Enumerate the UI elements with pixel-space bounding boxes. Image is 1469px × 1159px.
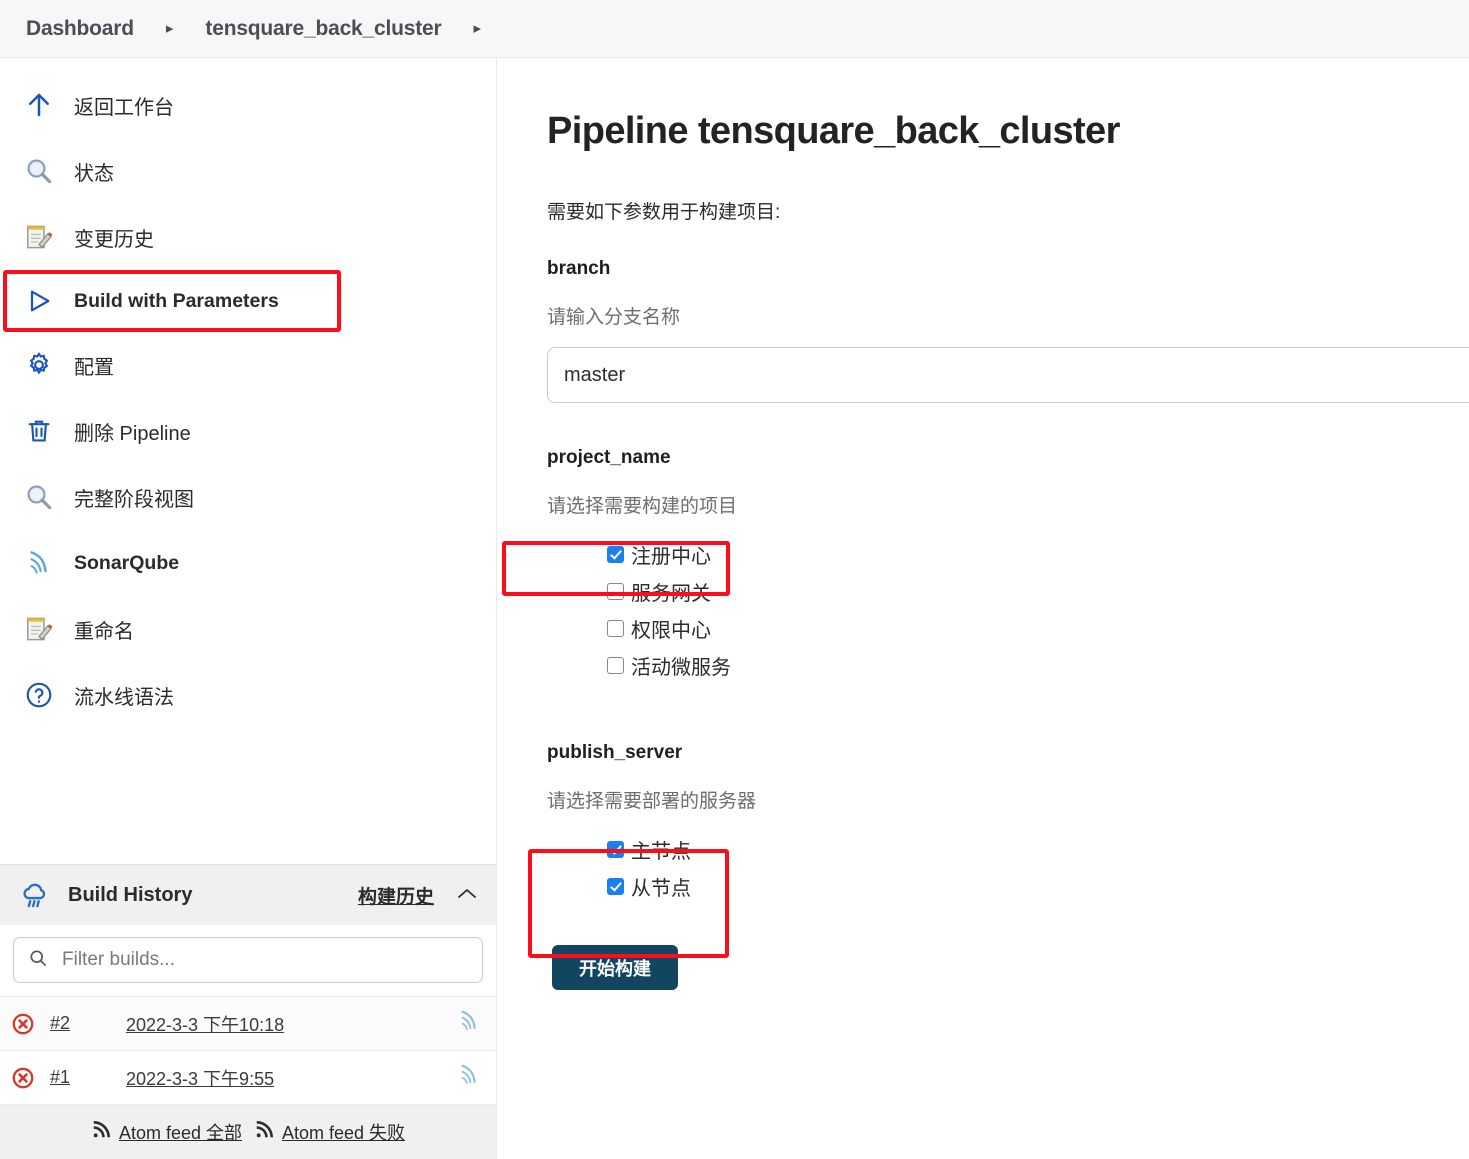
- magnifier-icon: [22, 480, 56, 514]
- param-name-label: branch: [547, 258, 611, 279]
- build-history-filter-row: [0, 925, 496, 997]
- sidebar-item-label: 状态: [74, 162, 114, 185]
- sidebar-item-status[interactable]: 状态: [0, 138, 496, 204]
- checkbox-label: 服务网关: [631, 583, 711, 605]
- magnifier-icon: [22, 154, 56, 188]
- param-branch: branch 请输入分支名称: [547, 258, 1469, 403]
- publish-server-checkbox-group: 主节点 从节点: [547, 831, 1469, 905]
- sonarqube-icon[interactable]: [456, 1062, 482, 1093]
- play-triangle-icon: [22, 284, 56, 318]
- sidebar-item-change-history[interactable]: 变更历史: [0, 204, 496, 270]
- checkbox-slave-node[interactable]: [607, 878, 624, 895]
- atom-feed-all-link[interactable]: Atom feed 全部: [91, 1119, 242, 1145]
- sidebar-task-list: 返回工作台 状态 变更历史 Build with Parameters 配置 删…: [0, 58, 496, 728]
- param-project-name: project_name 请选择需要构建的项目 注册中心 服务网关 权限中心 活: [547, 447, 1469, 684]
- build-history-link[interactable]: 构建历史: [358, 882, 434, 909]
- checkbox-row-activity-microservice[interactable]: 活动微服务: [547, 647, 1469, 684]
- build-timestamp-link[interactable]: 2022-3-3 下午10:18: [126, 1011, 284, 1037]
- sidebar-item-rename[interactable]: 重命名: [0, 596, 496, 662]
- sidebar-item-label: 变更历史: [74, 228, 154, 251]
- chevron-up-icon[interactable]: [456, 886, 478, 905]
- main-content: Pipeline tensquare_back_cluster 需要如下参数用于…: [497, 58, 1469, 1159]
- search-icon: [28, 948, 48, 973]
- branch-input[interactable]: [547, 347, 1469, 403]
- sidebar-item-full-stage-view[interactable]: 完整阶段视图: [0, 464, 496, 530]
- checkbox-auth-center[interactable]: [607, 620, 624, 637]
- sidebar-item-delete-pipeline[interactable]: 删除 Pipeline: [0, 398, 496, 464]
- atom-feed-failed-label: Atom feed 失败: [282, 1123, 406, 1143]
- build-history-footer: Atom feed 全部 Atom feed 失败: [0, 1105, 496, 1159]
- param-name-label: project_name: [547, 447, 671, 468]
- breadcrumb-separator-icon: ▸: [165, 20, 174, 37]
- table-row[interactable]: #2 2022-3-3 下午10:18: [0, 997, 496, 1051]
- rss-icon: [254, 1120, 274, 1145]
- sonarqube-icon[interactable]: [456, 1008, 482, 1039]
- checkbox-label: 权限中心: [631, 620, 711, 642]
- build-status-failed-icon: [6, 1066, 40, 1090]
- table-row[interactable]: #1 2022-3-3 下午9:55: [0, 1051, 496, 1105]
- checkbox-registry-center[interactable]: [607, 546, 624, 563]
- start-build-button[interactable]: 开始构建: [552, 945, 678, 990]
- rss-icon: [91, 1120, 111, 1145]
- checkbox-label: 主节点: [631, 841, 691, 863]
- project-name-checkbox-group: 注册中心 服务网关 权限中心 活动微服务: [547, 536, 1469, 684]
- build-number-link[interactable]: #1: [40, 1067, 126, 1088]
- checkbox-row-master-node[interactable]: 主节点: [547, 831, 1469, 868]
- sidebar-item-label: Build with Parameters: [74, 289, 279, 312]
- gear-icon: [22, 348, 56, 382]
- filter-builds-field[interactable]: [13, 937, 483, 983]
- sidebar: 返回工作台 状态 变更历史 Build with Parameters 配置 删…: [0, 58, 497, 1159]
- sidebar-item-label: 重命名: [74, 620, 134, 643]
- sonarqube-icon: [22, 546, 56, 580]
- checkbox-label: 注册中心: [631, 546, 711, 568]
- checkbox-row-slave-node[interactable]: 从节点: [547, 868, 1469, 905]
- trash-icon: [22, 414, 56, 448]
- question-circle-icon: [22, 678, 56, 712]
- filter-builds-input[interactable]: [60, 948, 468, 972]
- build-status-failed-icon: [6, 1012, 40, 1036]
- build-history-header: Build History 构建历史: [0, 865, 496, 925]
- parameters-intro-text: 需要如下参数用于构建项目:: [547, 202, 781, 223]
- arrow-up-icon: [22, 88, 56, 122]
- weather-cloud-icon: [18, 878, 52, 912]
- breadcrumb-item-dashboard[interactable]: Dashboard: [20, 15, 140, 43]
- param-description: 请输入分支名称: [547, 307, 681, 328]
- sidebar-item-pipeline-syntax[interactable]: 流水线语法: [0, 662, 496, 728]
- checkbox-row-auth-center[interactable]: 权限中心: [547, 610, 1469, 647]
- sidebar-item-label: 流水线语法: [74, 686, 174, 709]
- checkbox-service-gateway[interactable]: [607, 583, 624, 600]
- page-title: Pipeline tensquare_back_cluster: [547, 110, 1120, 152]
- atom-feed-failed-link[interactable]: Atom feed 失败: [254, 1119, 405, 1145]
- sidebar-item-configure[interactable]: 配置: [0, 332, 496, 398]
- param-description: 请选择需要构建的项目: [547, 496, 738, 517]
- sidebar-item-sonarqube[interactable]: SonarQube: [0, 530, 496, 596]
- param-publish-server: publish_server 请选择需要部署的服务器 主节点 从节点: [547, 742, 1469, 905]
- notepad-pencil-icon: [22, 220, 56, 254]
- build-number-link[interactable]: #2: [40, 1013, 126, 1034]
- checkbox-label: 从节点: [631, 878, 691, 900]
- breadcrumb-item-job[interactable]: tensquare_back_cluster: [199, 15, 447, 43]
- checkbox-master-node[interactable]: [607, 841, 624, 858]
- sidebar-item-label: SonarQube: [74, 551, 180, 574]
- build-history-panel: Build History 构建历史 Filter builds... #2 2…: [0, 864, 496, 1159]
- notepad-pencil-icon: [22, 612, 56, 646]
- checkbox-row-registry-center[interactable]: 注册中心: [547, 536, 1469, 573]
- sidebar-item-label: 删除 Pipeline: [74, 422, 191, 445]
- sidebar-item-label: 配置: [74, 356, 114, 379]
- param-name-label: publish_server: [547, 742, 683, 763]
- build-timestamp-link[interactable]: 2022-3-3 下午9:55: [126, 1065, 274, 1091]
- sidebar-item-label: 完整阶段视图: [74, 488, 194, 511]
- sidebar-item-label: 返回工作台: [74, 96, 174, 119]
- breadcrumb-dropdown-chevron-icon[interactable]: ▸: [447, 21, 507, 36]
- checkbox-activity-microservice[interactable]: [607, 657, 624, 674]
- sidebar-item-back-to-dashboard[interactable]: 返回工作台: [0, 72, 496, 138]
- build-history-title: Build History: [68, 883, 193, 906]
- atom-feed-all-label: Atom feed 全部: [118, 1123, 242, 1143]
- sidebar-item-build-with-parameters-wrapper: Build with Parameters: [0, 270, 496, 332]
- sidebar-item-build-with-parameters[interactable]: Build with Parameters: [0, 270, 496, 332]
- breadcrumb: Dashboard ▸ tensquare_back_cluster ▸: [0, 0, 1469, 58]
- param-description: 请选择需要部署的服务器: [547, 791, 757, 812]
- checkbox-label: 活动微服务: [631, 657, 731, 679]
- checkbox-row-service-gateway[interactable]: 服务网关: [547, 573, 1469, 610]
